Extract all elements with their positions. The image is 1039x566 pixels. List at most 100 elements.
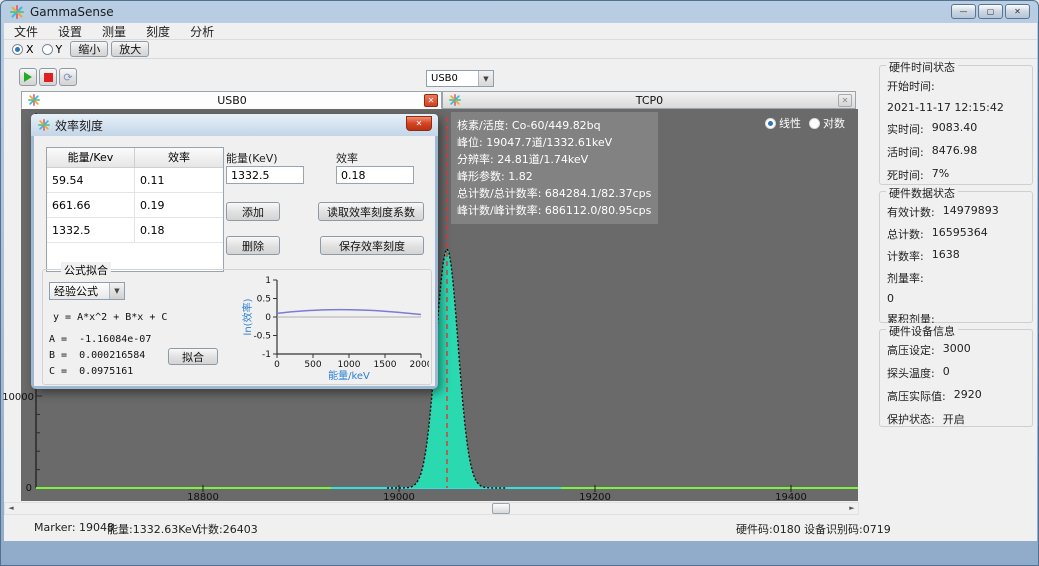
total-counts-label: 总计数:	[887, 226, 924, 242]
fit-x-tick: 1000	[338, 360, 361, 370]
fit-button[interactable]: 拟合	[168, 348, 218, 365]
table-row[interactable]: 59.54 0.11	[47, 168, 223, 193]
formula-text: y = A*x^2 + B*x + C	[53, 312, 167, 323]
close-button[interactable]: ✕	[1005, 4, 1030, 19]
dead-time-label: 死时间:	[887, 167, 924, 183]
col-header-energy: 能量/Kev	[47, 148, 135, 167]
info-total-counts: 总计数/总计数率: 684284.1/82.37cps	[457, 185, 652, 202]
chart-hscrollbar[interactable]: ◄ ►	[4, 502, 859, 515]
cell-energy: 59.54	[47, 168, 135, 192]
stop-button[interactable]	[39, 68, 57, 86]
time-status-group: 硬件时间状态 开始时间: 2021-11-17 12:15:42 实时间:908…	[879, 65, 1033, 185]
app-window: GammaSense — ▢ ✕ 文件 设置 测量 刻度 分析 X Y 缩小 放…	[0, 0, 1039, 566]
status-energy: 能量:1332.63KeV	[107, 521, 199, 537]
save-calibration-button[interactable]: 保存效率刻度	[320, 236, 424, 255]
device-info-group: 硬件设备信息 高压设定:3000 探头温度:0 高压实际值:2920 保护状态:…	[879, 329, 1033, 427]
energy-input[interactable]	[226, 166, 304, 184]
protect-state-label: 保护状态:	[887, 411, 935, 427]
data-status-group: 硬件数据状态 有效计数:14979893 总计数:16595364 计数率:16…	[879, 191, 1033, 323]
real-time-value: 9083.40	[932, 121, 978, 137]
menu-settings[interactable]: 设置	[48, 23, 92, 40]
zoom-in-button[interactable]: 放大	[111, 41, 149, 57]
cell-energy: 1332.5	[47, 218, 135, 242]
info-nuclide: 核素/活度: Co-60/449.82bq	[457, 117, 652, 134]
add-button[interactable]: 添加	[226, 202, 280, 221]
read-coefficients-button[interactable]: 读取效率刻度系数	[318, 202, 424, 221]
status-bar: Marker: 19048 能量:1332.63KeV 计数:26403 硬件码…	[4, 517, 1037, 537]
tab-tcp0-label: TCP0	[461, 94, 838, 107]
cell-efficiency: 0.19	[135, 193, 223, 217]
axis-y-radio[interactable]	[42, 44, 53, 55]
protect-state-value: 开启	[943, 411, 965, 427]
dialog-title-bar[interactable]: 效率刻度 ✕	[31, 114, 438, 136]
delete-button[interactable]: 删除	[226, 236, 280, 255]
tab-tcp0-close-icon[interactable]: ✕	[838, 94, 852, 107]
coefficient-c: C = 0.0975161	[49, 366, 133, 377]
window-title: GammaSense	[30, 5, 114, 19]
hv-set-label: 高压设定:	[887, 342, 935, 358]
info-resolution: 分辨率: 24.81道/1.74keV	[457, 151, 652, 168]
zoom-out-button[interactable]: 缩小	[70, 41, 108, 57]
formula-select-value: 经验公式	[54, 283, 98, 299]
dose-rate-label: 剂量率:	[887, 270, 924, 286]
menu-bar: 文件 设置 测量 刻度 分析	[4, 23, 1037, 40]
menu-analysis[interactable]: 分析	[180, 23, 224, 40]
hv-actual-label: 高压实际值:	[887, 388, 946, 404]
refresh-button[interactable]: ⟳	[59, 68, 77, 86]
menu-measure[interactable]: 测量	[92, 23, 136, 40]
cell-efficiency: 0.11	[135, 168, 223, 192]
fit-x-tick: 500	[304, 360, 321, 370]
fit-y-tick: 0.5	[257, 295, 271, 305]
device-info-title: 硬件设备信息	[886, 323, 958, 339]
fit-y-tick: -0.5	[253, 332, 271, 342]
refresh-icon: ⟳	[63, 71, 72, 84]
axis-y-label: Y	[56, 43, 63, 56]
minimize-button[interactable]: —	[951, 4, 976, 19]
valid-counts-value: 14979893	[943, 204, 999, 220]
count-rate-label: 计数率:	[887, 248, 924, 264]
hv-set-value: 3000	[943, 342, 971, 358]
y-tick-10000: 10000	[2, 392, 34, 403]
scroll-right-icon[interactable]: ►	[847, 504, 857, 513]
calibration-table[interactable]: 能量/Kev 效率 59.54 0.11 661.66 0.19 1332.5 …	[46, 147, 224, 272]
total-counts-value: 16595364	[932, 226, 988, 242]
tab-usb0-label: USB0	[40, 94, 424, 107]
col-header-efficiency: 效率	[135, 148, 223, 167]
play-button[interactable]	[19, 68, 37, 86]
fit-x-tick: 2000	[410, 360, 429, 370]
log-scale-radio[interactable]	[809, 118, 820, 129]
cell-energy: 661.66	[47, 193, 135, 217]
tab-usb0[interactable]: USB0 ✕	[21, 91, 442, 109]
scrollbar-thumb[interactable]	[492, 503, 510, 514]
valid-counts-label: 有效计数:	[887, 204, 935, 220]
device-select-value: USB0	[431, 73, 458, 84]
tab-usb0-close-icon[interactable]: ✕	[424, 94, 438, 107]
log-scale-label: 对数	[823, 115, 845, 131]
info-peak-position: 峰位: 19047.7道/1332.61keV	[457, 134, 652, 151]
fit-x-tick: 1500	[374, 360, 397, 370]
scale-selector: 线性 对数	[765, 115, 853, 131]
table-row[interactable]: 661.66 0.19	[47, 193, 223, 218]
y-tick-0: 0	[26, 483, 32, 494]
device-select[interactable]: USB0 ▼	[426, 70, 494, 87]
status-hardware-code: 硬件码:0180	[736, 521, 801, 537]
formula-select[interactable]: 经验公式 ▼	[49, 282, 125, 300]
scroll-left-icon[interactable]: ◄	[6, 504, 16, 513]
table-row[interactable]: 1332.5 0.18	[47, 218, 223, 243]
menu-calibration[interactable]: 刻度	[136, 23, 180, 40]
tab-tcp0[interactable]: TCP0 ✕	[442, 91, 856, 109]
axis-x-radio[interactable]	[12, 44, 23, 55]
linear-scale-radio[interactable]	[765, 118, 776, 129]
menu-file[interactable]: 文件	[4, 23, 48, 40]
maximize-button[interactable]: ▢	[978, 4, 1003, 19]
chevron-down-icon: ▼	[478, 71, 493, 86]
real-time-label: 实时间:	[887, 121, 924, 137]
fit-curve	[277, 310, 421, 315]
coefficient-b: B = 0.000216584	[49, 350, 145, 361]
play-icon	[23, 72, 33, 82]
fit-xlabel: 能量/keV	[328, 369, 370, 382]
efficiency-calibration-dialog: 效率刻度 ✕ 能量/Kev 效率 59.54 0.11 661.66 0.19 …	[31, 114, 438, 389]
status-marker: Marker: 19048	[34, 521, 114, 534]
efficiency-input[interactable]	[336, 166, 414, 184]
dialog-close-button[interactable]: ✕	[406, 116, 432, 131]
